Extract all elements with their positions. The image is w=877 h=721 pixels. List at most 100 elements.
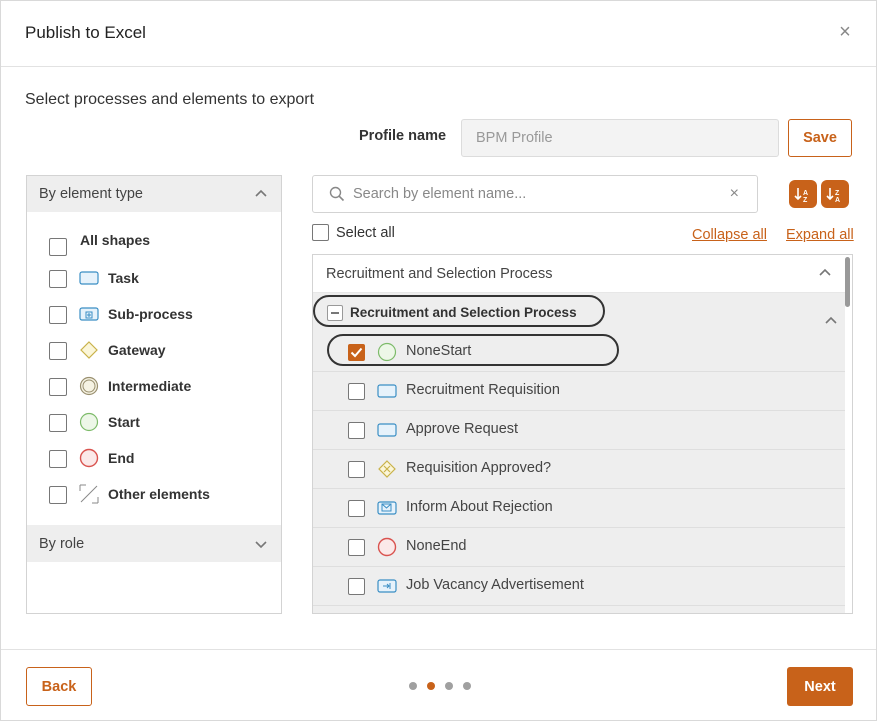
element-type-list: All shapes Task Sub-process Gateway Inte xyxy=(27,212,281,526)
type-row-gateway[interactable]: Gateway xyxy=(27,332,281,368)
type-label: End xyxy=(108,450,135,466)
type-row-intermediate[interactable]: Intermediate xyxy=(27,368,281,404)
tree-item-job-vacancy-advertisement[interactable]: Job Vacancy Advertisement xyxy=(313,567,845,606)
expand-all-link[interactable]: Expand all xyxy=(786,227,854,243)
sort-descending-button[interactable]: ZA xyxy=(821,180,849,208)
send-task-icon xyxy=(377,501,397,515)
next-button[interactable]: Next xyxy=(787,667,853,706)
dialog-subtitle: Select processes and elements to export xyxy=(25,91,315,108)
item-label: Approve Request xyxy=(406,421,519,437)
item-label: Recruitment Requisition xyxy=(406,382,560,398)
task-icon xyxy=(377,384,397,398)
type-label: Task xyxy=(108,270,139,286)
type-row-start[interactable]: Start xyxy=(27,404,281,440)
gateway-checkbox[interactable] xyxy=(49,342,67,360)
process-tree: Recruitment and Selection Process Recrui… xyxy=(312,254,853,614)
item-label: Requisition Approved? xyxy=(406,460,552,476)
start-checkbox[interactable] xyxy=(49,414,67,432)
gateway-icon xyxy=(378,460,396,478)
dialog-header: Publish to Excel × xyxy=(1,1,876,67)
dialog-footer: Back Next xyxy=(1,649,876,721)
tree-root-row[interactable]: Recruitment and Selection Process xyxy=(313,255,845,293)
other-elements-checkbox[interactable] xyxy=(49,486,67,504)
search-input[interactable]: Search by element name... xyxy=(353,186,526,202)
close-icon[interactable]: × xyxy=(836,22,854,42)
sort-ascending-button[interactable]: AZ xyxy=(789,180,817,208)
select-all-label: Select all xyxy=(336,225,395,241)
gateway-icon xyxy=(80,341,98,359)
type-row-sub-process[interactable]: Sub-process xyxy=(27,296,281,332)
type-label: Start xyxy=(108,414,140,430)
tree-item-requisition-approved[interactable]: Requisition Approved? xyxy=(313,450,845,489)
by-element-type-label: By element type xyxy=(39,186,143,202)
task-icon xyxy=(377,423,397,437)
item-label: NoneEnd xyxy=(406,538,467,554)
type-row-other-elements[interactable]: Other elements xyxy=(27,476,281,512)
item-checkbox[interactable] xyxy=(348,461,365,478)
step-dot xyxy=(409,682,417,690)
profile-name-input[interactable] xyxy=(461,119,779,157)
tree-scrollbar[interactable] xyxy=(845,257,850,307)
filter-panel: By element type All shapes Task Sub-proc… xyxy=(26,175,282,614)
tree-item-partial xyxy=(313,606,845,613)
search-box[interactable]: Search by element name... × xyxy=(312,175,758,213)
type-row-all-shapes[interactable]: All shapes xyxy=(27,224,281,260)
task-icon xyxy=(79,271,99,285)
item-highlight-outline xyxy=(327,334,619,366)
end-checkbox[interactable] xyxy=(49,450,67,468)
call-activity-icon xyxy=(377,579,397,593)
chevron-up-icon xyxy=(255,189,267,197)
chevron-up-icon[interactable] xyxy=(819,267,831,279)
end-event-icon xyxy=(377,537,397,557)
type-label: Sub-process xyxy=(108,306,193,322)
sub-process-checkbox[interactable] xyxy=(49,306,67,324)
tree-item-noneend[interactable]: NoneEnd xyxy=(313,528,845,567)
dialog-title: Publish to Excel xyxy=(25,23,146,42)
clear-search-icon[interactable]: × xyxy=(730,185,739,203)
tree-item-inform-about-rejection[interactable]: Inform About Rejection xyxy=(313,489,845,528)
group-highlight-outline xyxy=(313,295,605,327)
item-label: Inform About Rejection xyxy=(406,499,553,515)
profile-name-label: Profile name xyxy=(359,128,447,144)
type-label: Gateway xyxy=(108,342,166,358)
item-checkbox[interactable] xyxy=(348,383,365,400)
item-checkbox[interactable] xyxy=(348,578,365,595)
svg-text:Z: Z xyxy=(803,197,808,204)
sub-process-icon xyxy=(79,307,99,321)
tree-root-label: Recruitment and Selection Process xyxy=(326,266,553,282)
task-checkbox[interactable] xyxy=(49,270,67,288)
publish-dialog: Publish to Excel × Select processes and … xyxy=(0,0,877,721)
chevron-down-icon xyxy=(255,541,267,549)
item-label: Job Vacancy Advertisement xyxy=(406,577,584,593)
back-button[interactable]: Back xyxy=(26,667,92,706)
sort-descending-icon: ZA xyxy=(826,188,840,204)
intermediate-event-icon xyxy=(79,376,99,396)
all-shapes-checkbox[interactable] xyxy=(49,238,67,256)
by-element-type-header[interactable]: By element type xyxy=(27,176,281,212)
type-row-end[interactable]: End xyxy=(27,440,281,476)
collapse-all-link[interactable]: Collapse all xyxy=(692,227,767,243)
chevron-up-icon[interactable] xyxy=(825,315,837,327)
by-role-header[interactable]: By role xyxy=(27,526,281,562)
other-elements-icon xyxy=(79,484,99,504)
tree-item-approve-request[interactable]: Approve Request xyxy=(313,411,845,450)
item-checkbox[interactable] xyxy=(348,500,365,517)
tree-item-recruitment-requisition[interactable]: Recruitment Requisition xyxy=(313,372,845,411)
svg-text:Z: Z xyxy=(835,190,840,197)
type-row-task[interactable]: Task xyxy=(27,260,281,296)
select-all-checkbox[interactable] xyxy=(312,224,329,241)
type-label: Other elements xyxy=(108,486,210,502)
save-button[interactable]: Save xyxy=(788,119,852,157)
svg-text:A: A xyxy=(835,197,840,204)
step-dot xyxy=(463,682,471,690)
type-label: All shapes xyxy=(80,232,151,248)
intermediate-checkbox[interactable] xyxy=(49,378,67,396)
item-checkbox[interactable] xyxy=(348,422,365,439)
item-checkbox[interactable] xyxy=(348,539,365,556)
by-role-label: By role xyxy=(39,536,85,552)
step-dot-current xyxy=(427,682,435,690)
start-event-icon xyxy=(79,412,99,432)
type-label: Intermediate xyxy=(108,378,192,394)
svg-text:A: A xyxy=(803,190,808,197)
sort-ascending-icon: AZ xyxy=(794,188,808,204)
